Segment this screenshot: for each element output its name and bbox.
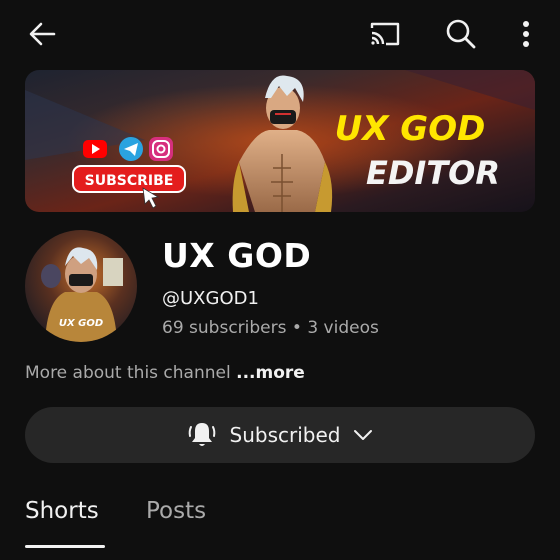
search-button[interactable]	[440, 14, 482, 54]
svg-text:SUBSCRIBE: SUBSCRIBE	[85, 173, 174, 189]
telegram-icon	[119, 137, 143, 161]
tab-shorts[interactable]: Shorts	[25, 498, 99, 524]
instagram-icon	[149, 137, 173, 161]
channel-name: UX GOD	[162, 236, 312, 275]
search-icon	[446, 19, 476, 49]
channel-stats: 69 subscribers • 3 videos	[162, 318, 379, 338]
banner-title-line1: UX GOD	[335, 109, 486, 149]
channel-tabs: Shorts Posts	[0, 490, 560, 560]
channel-handle: @UXGOD1	[162, 288, 259, 309]
video-count: 3 videos	[307, 318, 379, 338]
about-more-link[interactable]: ...more	[236, 363, 305, 383]
subscribed-label: Subscribed	[229, 423, 341, 447]
avatar-image: UX GOD	[25, 230, 137, 342]
subscribed-button[interactable]: Subscribed	[25, 407, 535, 463]
tab-posts[interactable]: Posts	[146, 498, 206, 524]
subscriber-count: 69 subscribers	[162, 318, 287, 338]
about-text: More about this channel	[25, 363, 231, 383]
active-tab-indicator	[25, 545, 105, 548]
banner-title-line2: EDITOR	[366, 154, 500, 192]
channel-banner[interactable]: SUBSCRIBE UX GOD EDITOR	[25, 70, 535, 212]
more-vert-icon	[523, 21, 529, 47]
stats-separator: •	[291, 318, 302, 338]
cast-button[interactable]	[364, 14, 406, 54]
top-app-bar	[0, 0, 560, 68]
youtube-icon	[83, 140, 107, 158]
cast-icon	[370, 22, 400, 46]
channel-about[interactable]: More about this channel ...more	[25, 363, 305, 383]
back-button[interactable]	[22, 14, 62, 54]
channel-avatar[interactable]: UX GOD	[25, 230, 137, 342]
banner-social-icons	[83, 137, 173, 161]
bell-icon	[188, 423, 215, 446]
chevron-down-icon	[354, 430, 373, 440]
banner-image: SUBSCRIBE UX GOD EDITOR	[25, 70, 535, 212]
avatar-text: UX GOD	[59, 318, 103, 329]
more-options-button[interactable]	[508, 14, 544, 54]
back-arrow-icon	[29, 22, 56, 46]
